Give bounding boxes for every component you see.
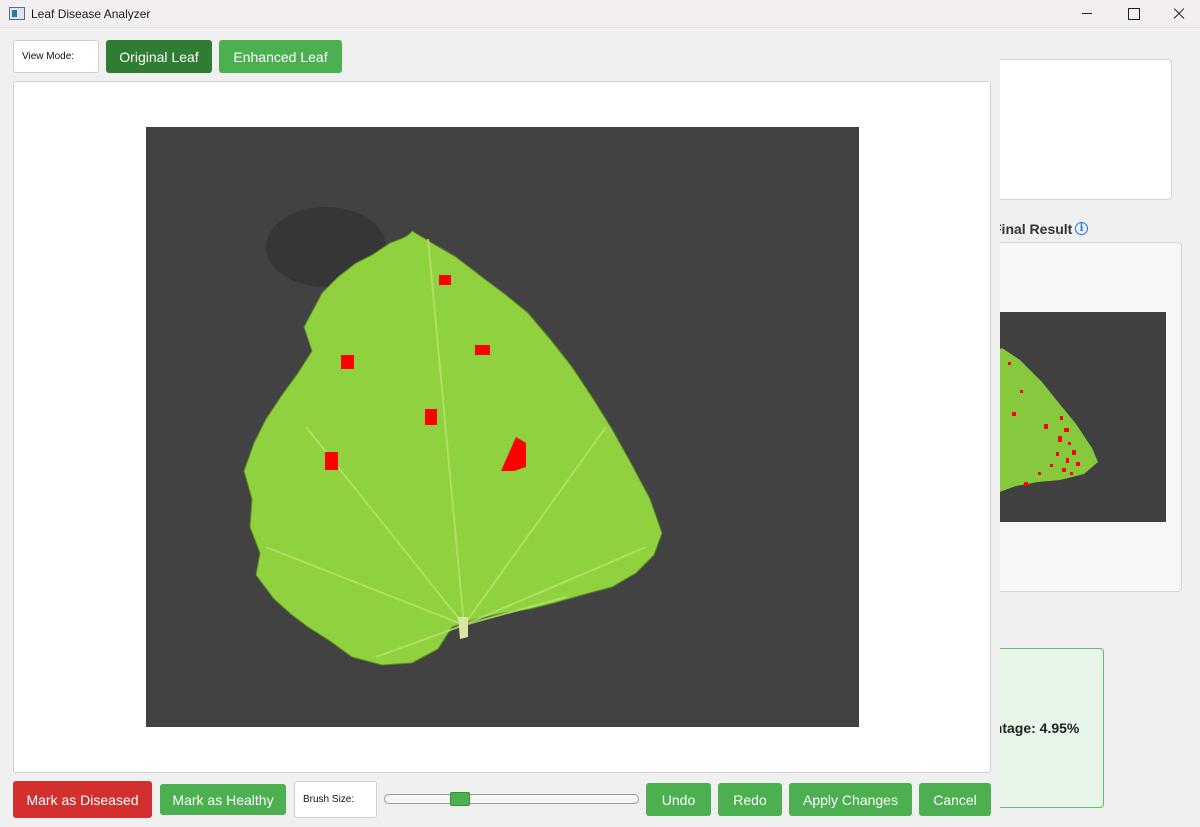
minimize-icon[interactable]: [1064, 0, 1110, 28]
brush-size-slider-handle[interactable]: [450, 792, 470, 806]
disease-percentage: entage: 4.95%: [986, 720, 1080, 736]
cancel-button[interactable]: Cancel: [919, 783, 991, 816]
redo-button[interactable]: Redo: [718, 783, 782, 816]
undo-button[interactable]: Undo: [646, 783, 711, 816]
view-mode-label: View Mode:: [13, 40, 99, 73]
info-icon[interactable]: i: [1075, 222, 1088, 235]
mark-healthy-button[interactable]: Mark as Healthy: [160, 784, 286, 815]
original-leaf-button[interactable]: Original Leaf: [106, 40, 212, 73]
apply-changes-button[interactable]: Apply Changes: [789, 783, 912, 816]
maximize-icon[interactable]: [1110, 0, 1156, 28]
title-bar: Leaf Disease Analyzer: [0, 0, 1200, 28]
mark-diseased-button[interactable]: Mark as Diseased: [13, 781, 152, 818]
final-result-title: Final Result: [993, 221, 1073, 237]
close-icon[interactable]: [1156, 0, 1200, 28]
brush-size-label: Brush Size:: [294, 781, 377, 818]
enhanced-leaf-button[interactable]: Enhanced Leaf: [219, 40, 342, 73]
brush-size-slider[interactable]: [384, 794, 639, 804]
leaf-canvas[interactable]: [146, 127, 859, 727]
final-result-image: [980, 312, 1166, 522]
app-window-icon: [9, 7, 25, 20]
window-title: Leaf Disease Analyzer: [31, 7, 151, 21]
